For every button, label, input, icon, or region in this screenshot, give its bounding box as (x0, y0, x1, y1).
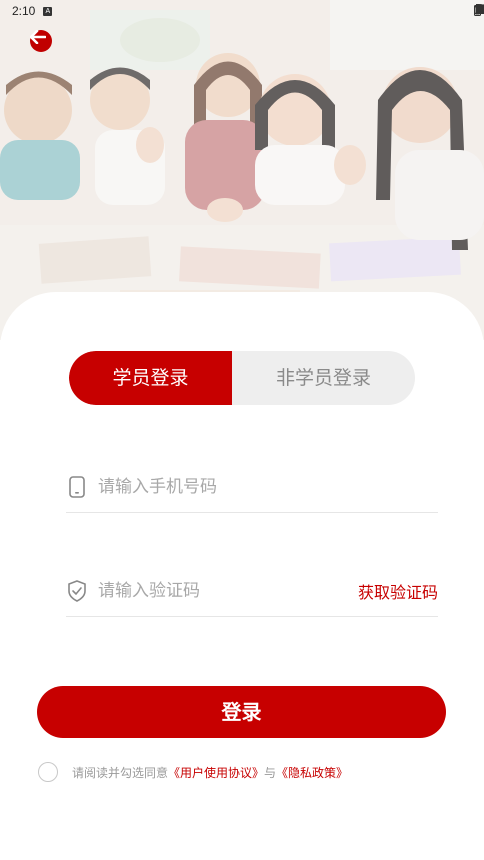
login-type-tabs: 学员登录 非学员登录 (69, 351, 415, 405)
phone-input[interactable] (98, 477, 438, 497)
shield-check-icon (66, 578, 88, 604)
agreement-conjunction: 与 (264, 765, 277, 780)
hero-photo: 2:10 A (0, 0, 484, 340)
tab-non-student-login[interactable]: 非学员登录 (232, 351, 415, 405)
back-button[interactable] (30, 30, 52, 52)
tab-student-login[interactable]: 学员登录 (69, 351, 232, 405)
code-field: 获取验证码 (66, 566, 438, 617)
battery-icon (474, 4, 481, 16)
agreement-prefix: 请阅读并勾选同意 (72, 765, 169, 780)
back-arrow-icon (30, 30, 46, 44)
phone-icon (66, 474, 88, 500)
agreement-row: 请阅读并勾选同意 《用户使用协议》 与 《隐私政策》 (38, 760, 348, 784)
login-button[interactable]: 登录 (37, 686, 446, 738)
status-bar: 2:10 A (0, 0, 484, 22)
status-time: 2:10 (12, 4, 36, 18)
user-agreement-link[interactable]: 《用户使用协议》 (168, 764, 264, 781)
privacy-policy-link[interactable]: 《隐私政策》 (276, 764, 348, 781)
notification-badge: A (43, 6, 53, 16)
agreement-checkbox[interactable] (38, 762, 58, 782)
phone-field (66, 462, 438, 513)
hero-photo-illustration (0, 0, 484, 340)
code-input[interactable] (98, 581, 358, 601)
get-code-button[interactable]: 获取验证码 (358, 579, 438, 603)
